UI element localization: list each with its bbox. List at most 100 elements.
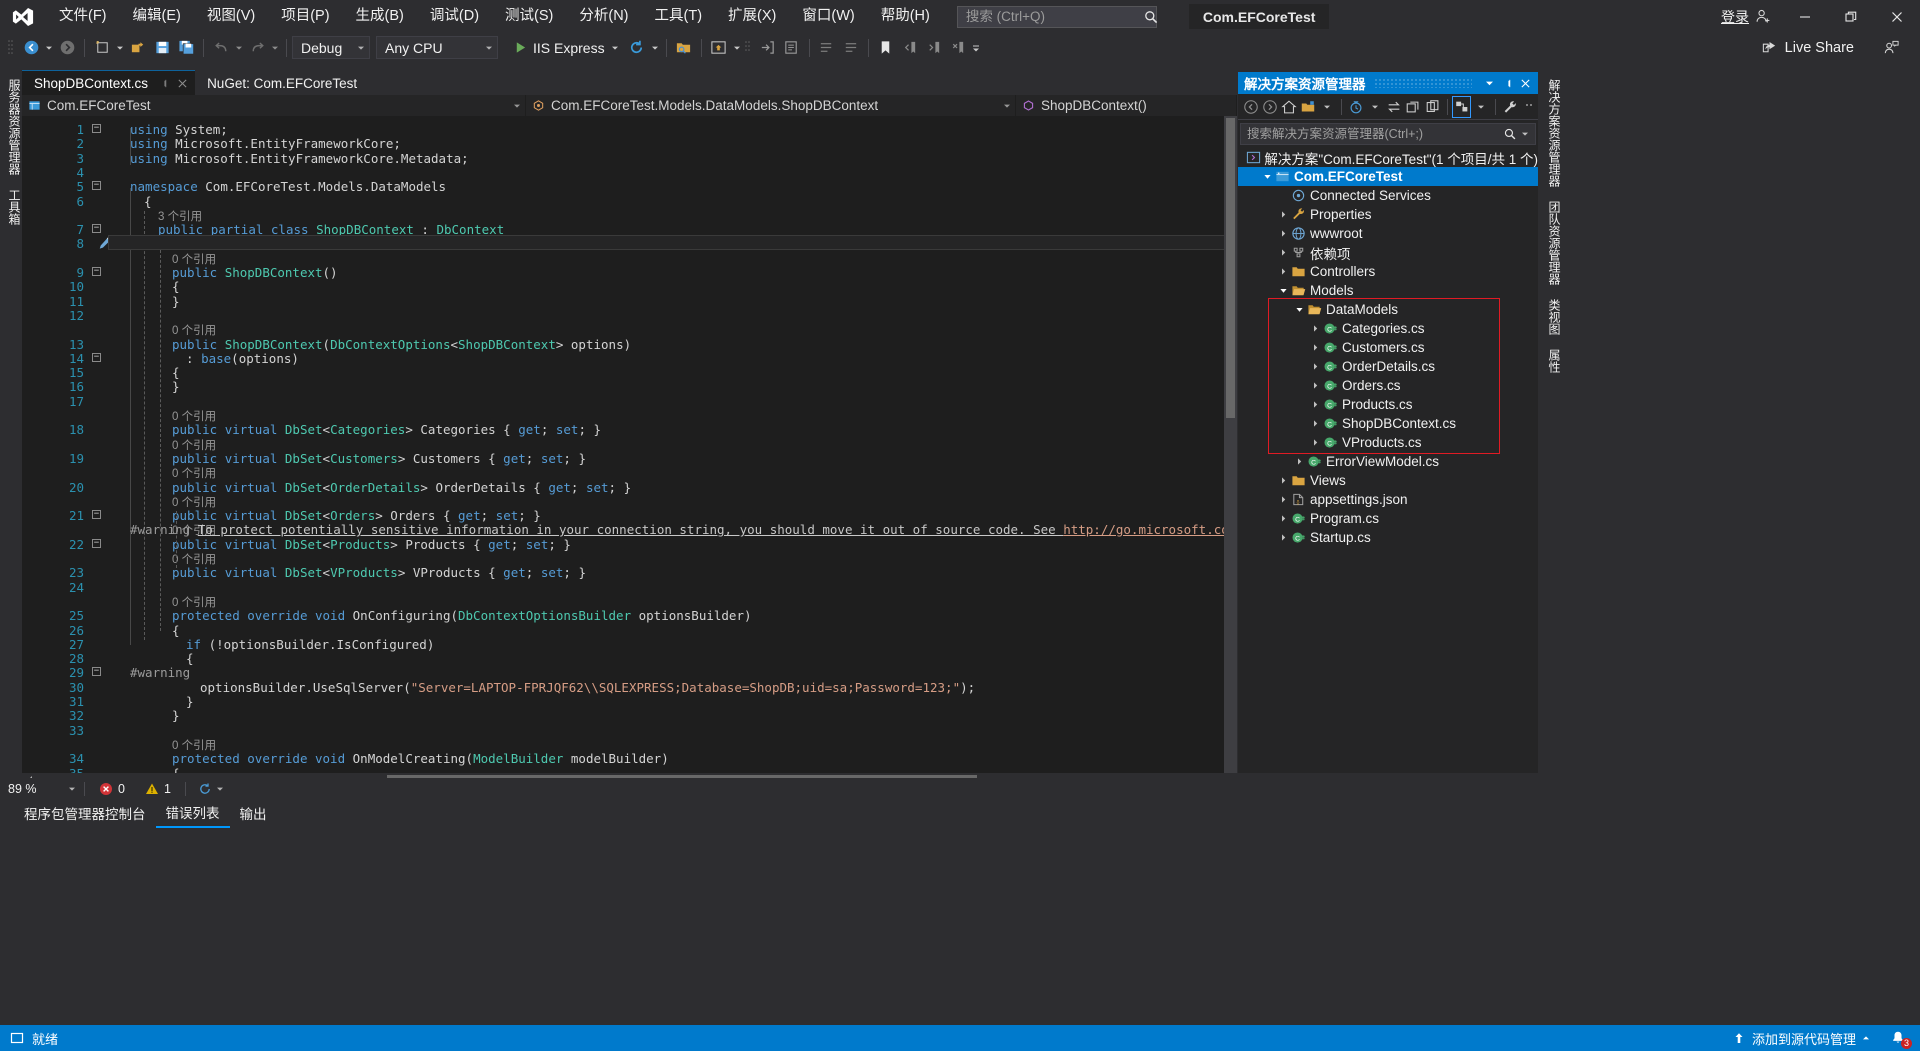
toolbar-overflow-icon[interactable] <box>970 36 982 60</box>
chevron-right-icon[interactable] <box>1276 476 1290 485</box>
dock-tab-team-explorer[interactable]: 团队资源管理器 <box>1540 194 1568 292</box>
error-count-chip[interactable]: 0 <box>89 782 135 796</box>
back-icon[interactable] <box>1242 96 1260 118</box>
code-fold-toggle[interactable]: − <box>92 224 101 234</box>
menu-item-build[interactable]: 生成(B) <box>343 0 417 33</box>
tree-node-startup.cs[interactable]: C Startup.cs <box>1238 528 1538 547</box>
solution-explorer-search-input[interactable] <box>1247 127 1503 141</box>
chevron-right-icon[interactable] <box>1308 400 1322 409</box>
menu-item-test[interactable]: 测试(S) <box>492 0 566 33</box>
chevron-right-icon[interactable] <box>1276 495 1290 504</box>
wrench-icon[interactable] <box>1501 96 1519 118</box>
chevron-right-icon[interactable] <box>1276 514 1290 523</box>
dock-tab-solution-explorer[interactable]: 解决方案资源管理器 <box>1540 72 1568 194</box>
tree-node-shopdbcontext.cs[interactable]: C ShopDBContext.cs <box>1238 414 1538 433</box>
forward-icon[interactable] <box>1261 96 1279 118</box>
search-in-folder-button[interactable] <box>672 36 696 60</box>
undo-caret-icon[interactable] <box>233 36 245 60</box>
zoom-level-combo[interactable]: 89 % <box>0 782 80 796</box>
sync-with-active-document-icon[interactable] <box>1385 96 1403 118</box>
window-restore-button[interactable] <box>1828 0 1874 33</box>
show-all-files-icon[interactable] <box>1452 95 1471 118</box>
editor-vertical-scrollbar[interactable] <box>1224 116 1237 773</box>
tree-node-properties[interactable]: Properties <box>1238 205 1538 224</box>
dock-tab-properties[interactable]: 属性 <box>1540 342 1568 380</box>
code-fold-toggle[interactable]: − <box>92 181 101 191</box>
properties-icon[interactable] <box>1424 96 1442 118</box>
chevron-down-icon-se2[interactable] <box>1366 96 1384 118</box>
chevron-right-icon[interactable] <box>1276 267 1290 276</box>
solution-explorer-tree[interactable]: 解决方案"Com.EFCoreTest"(1 个项目/共 1 个) Com.EFC… <box>1238 148 1538 547</box>
tree-node-categories.cs[interactable]: C Categories.cs <box>1238 319 1538 338</box>
redo-caret-icon[interactable] <box>269 36 281 60</box>
chevron-right-icon[interactable] <box>1308 362 1322 371</box>
chevron-right-icon[interactable] <box>1308 324 1322 333</box>
toolbar-grip[interactable] <box>6 39 15 57</box>
panel-menu-icon[interactable] <box>1480 74 1498 92</box>
tree-node-orders.cs[interactable]: C Orders.cs <box>1238 376 1538 395</box>
editor-text-surface[interactable]: using System; using Microsoft.EntityFrame… <box>108 116 1237 773</box>
panel-close-icon[interactable] <box>1516 74 1534 92</box>
code-fold-toggle[interactable]: − <box>92 510 101 520</box>
step-over-button[interactable] <box>780 36 804 60</box>
refresh-errors-button[interactable] <box>190 782 232 796</box>
previous-bookmark-button[interactable] <box>898 36 922 60</box>
solution-configuration-combo[interactable]: Debug <box>292 36 370 59</box>
panel-pin-icon[interactable] <box>1498 74 1516 92</box>
notifications-button[interactable]: 3 <box>1880 1025 1920 1051</box>
browser-preview-button[interactable] <box>707 36 731 60</box>
tree-node--com.efcoretest-1-1-[interactable]: 解决方案"Com.EFCoreTest"(1 个项目/共 1 个) <box>1238 148 1538 167</box>
browser-preview-caret-icon[interactable] <box>731 36 743 60</box>
bottom-tab-output[interactable]: 输出 <box>230 799 277 827</box>
menu-item-help[interactable]: 帮助(H) <box>868 0 943 33</box>
code-fold-toggle[interactable]: − <box>92 352 101 362</box>
code-fold-toggle[interactable]: − <box>92 124 101 133</box>
hot-reload-button[interactable] <box>625 36 649 60</box>
window-close-button[interactable] <box>1874 0 1920 33</box>
tree-node-connected-services[interactable]: Connected Services <box>1238 186 1538 205</box>
menu-item-file[interactable]: 文件(F) <box>46 0 120 33</box>
tree-node-errorviewmodel.cs[interactable]: C ErrorViewModel.cs <box>1238 452 1538 471</box>
new-project-caret-icon[interactable] <box>114 36 126 60</box>
menu-item-project[interactable]: 项目(P) <box>268 0 342 33</box>
editor-vertical-scroll-thumb[interactable] <box>1226 118 1235 418</box>
hot-reload-caret-icon[interactable] <box>649 36 661 60</box>
menu-item-debug[interactable]: 调试(D) <box>417 0 492 33</box>
chevron-down-icon-se3[interactable] <box>1472 96 1490 118</box>
editor-indicator-margin[interactable] <box>22 116 36 773</box>
pin-icon[interactable] <box>158 78 169 89</box>
toolbar-grip-2[interactable] <box>743 39 752 57</box>
chevron-down-icon-nav2[interactable] <box>995 102 1011 110</box>
undo-button[interactable] <box>209 36 233 60</box>
chevron-down-icon-nav1[interactable] <box>505 102 521 110</box>
uncomment-lines-button[interactable] <box>839 36 863 60</box>
tree-node-program.cs[interactable]: C Program.cs <box>1238 509 1538 528</box>
start-debug-button[interactable]: IIS Express <box>510 36 625 60</box>
toggle-bookmark-button[interactable] <box>874 36 898 60</box>
navigate-backward-caret-icon[interactable] <box>43 36 55 60</box>
title-bar-grip[interactable] <box>1373 78 1472 88</box>
save-button[interactable] <box>150 36 174 60</box>
live-share-button[interactable]: Live Share <box>1753 33 1908 62</box>
chevron-right-icon[interactable] <box>1308 438 1322 447</box>
home-icon[interactable] <box>1280 96 1298 118</box>
navigate-backward-button[interactable] <box>19 36 43 60</box>
tab-shopdbcontext-cs[interactable]: ShopDBContext.cs <box>22 70 196 95</box>
tree-node-datamodels[interactable]: DataModels <box>1238 300 1538 319</box>
warning-count-chip[interactable]: 1 <box>135 782 181 796</box>
chevron-down-icon[interactable] <box>1292 305 1306 314</box>
open-file-button[interactable] <box>126 36 150 60</box>
search-input[interactable] <box>965 9 1143 24</box>
step-into-button[interactable] <box>756 36 780 60</box>
menu-item-analyze[interactable]: 分析(N) <box>566 0 641 33</box>
sign-in-button[interactable]: 登录 <box>1711 0 1782 33</box>
chevron-right-icon[interactable] <box>1308 381 1322 390</box>
chevron-right-icon[interactable] <box>1276 210 1290 219</box>
comment-lines-button[interactable] <box>815 36 839 60</box>
solution-platform-combo[interactable]: Any CPU <box>376 36 498 59</box>
solution-explorer-search[interactable] <box>1240 123 1536 145</box>
code-editor[interactable]: 1 2 3 4 5 6 7 8 9 10 11 12 13 14 15 16 17 18 19 20 21 22 23 24 2… <box>22 116 1237 773</box>
redo-button[interactable] <box>245 36 269 60</box>
tree-node-customers.cs[interactable]: C Customers.cs <box>1238 338 1538 357</box>
tab-nuget-com-efcoretest[interactable]: NuGet: Com.EFCoreTest <box>195 70 364 95</box>
